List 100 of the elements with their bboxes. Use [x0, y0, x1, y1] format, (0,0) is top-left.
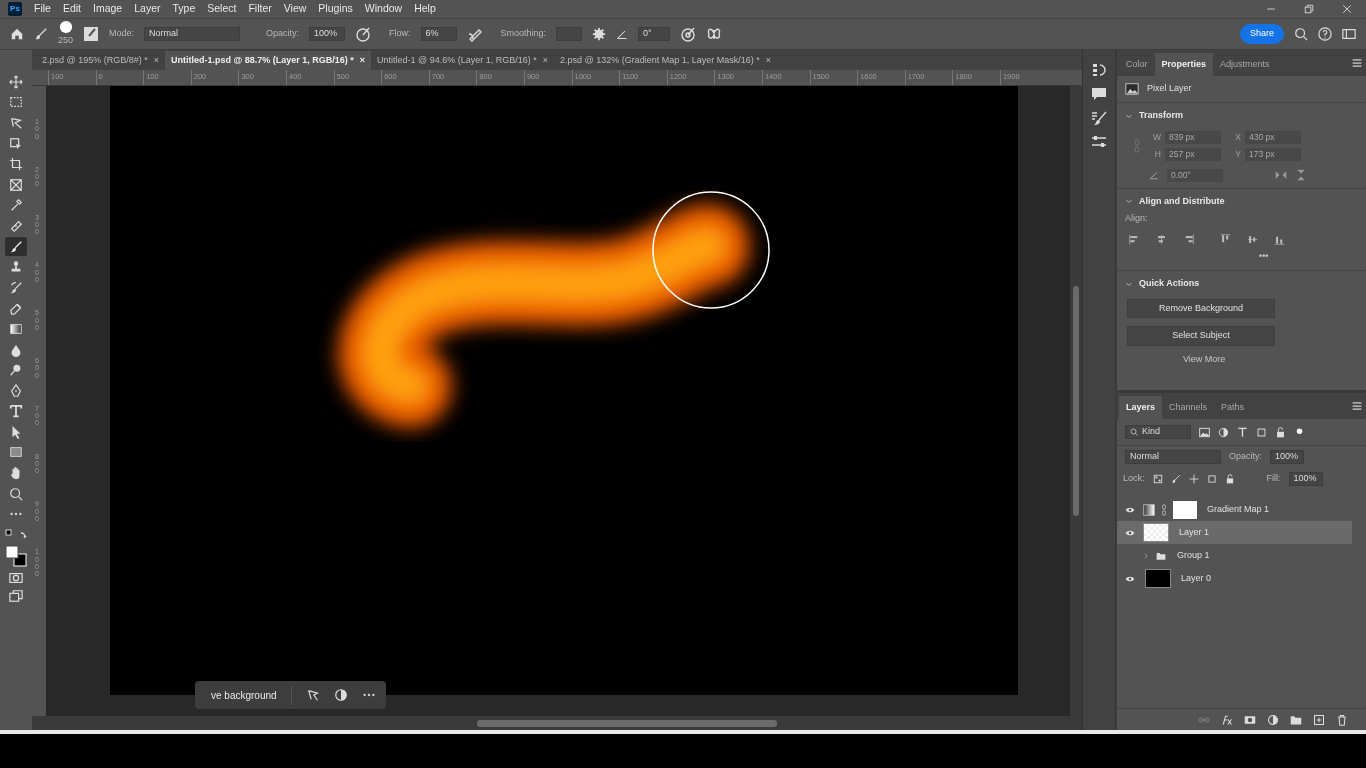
panel-tab[interactable]: Adjustments — [1213, 52, 1277, 76]
layer-row[interactable]: Layer 0 — [1117, 567, 1352, 590]
screen-mode-icon[interactable] — [9, 589, 23, 604]
panel-tab[interactable]: Paths — [1214, 395, 1252, 419]
search-icon[interactable] — [1294, 27, 1308, 41]
scrollbar-thumb[interactable] — [1073, 286, 1079, 516]
folder-icon[interactable] — [1290, 713, 1302, 726]
tab-close-button[interactable]: × — [542, 53, 549, 67]
y-field[interactable]: 173 px — [1245, 147, 1301, 161]
angle-field[interactable]: 0.00° — [1167, 168, 1223, 182]
restore-icon[interactable] — [1304, 4, 1314, 14]
layer-row[interactable]: Gradient Map 1 — [1117, 498, 1352, 521]
panel-tab[interactable]: Channels — [1162, 395, 1215, 419]
adjustment-filter-icon[interactable] — [1218, 426, 1229, 438]
pixel-filter-icon[interactable] — [1199, 426, 1210, 438]
help-icon[interactable] — [1318, 27, 1332, 41]
workspace-icon[interactable] — [1342, 27, 1356, 41]
panel-tab[interactable]: Properties — [1154, 52, 1214, 76]
align-top-icon[interactable] — [1220, 233, 1231, 245]
menu-item[interactable]: Filter — [248, 1, 272, 17]
brush-settings-icon[interactable] — [1091, 110, 1107, 126]
artboard-icon[interactable] — [1206, 474, 1217, 484]
mode-dropdown[interactable]: Normal — [144, 27, 241, 41]
brush-tip-icon[interactable] — [58, 20, 73, 35]
comment-icon[interactable] — [1091, 86, 1107, 102]
chevron-right-icon[interactable] — [1143, 551, 1149, 560]
move-icon[interactable] — [1188, 474, 1199, 484]
link-icon[interactable] — [1161, 503, 1167, 516]
tab-close-button[interactable]: × — [765, 53, 772, 67]
filter-kind-dropdown[interactable]: Kind — [1125, 425, 1191, 439]
color-swatches-icon[interactable] — [5, 545, 27, 568]
document-tab[interactable]: Untitled-1 @ 94.6% (Layer 1, RGB/16) * × — [371, 50, 555, 70]
menu-item[interactable]: Image — [93, 1, 123, 17]
align-left-icon[interactable] — [1129, 233, 1140, 245]
checker-icon[interactable] — [1152, 474, 1163, 484]
menu-item[interactable]: Help — [414, 1, 436, 17]
height-field[interactable]: 257 px — [1165, 147, 1221, 161]
flip-vertical-icon[interactable] — [1295, 169, 1307, 181]
lock-icon[interactable] — [1224, 474, 1235, 484]
shape-filter-icon[interactable] — [1256, 426, 1267, 438]
menu-item[interactable]: Type — [172, 1, 196, 17]
menu-item[interactable]: View — [283, 1, 307, 17]
home-icon[interactable] — [10, 27, 24, 41]
layer-row[interactable]: Group 1 — [1117, 544, 1352, 567]
sliders-icon[interactable] — [1091, 134, 1107, 150]
layer-row[interactable]: Layer 1 — [1117, 521, 1352, 544]
view-more-link[interactable]: View More — [1177, 351, 1232, 367]
x-field[interactable]: 430 px — [1245, 130, 1301, 144]
menu-item[interactable]: Window — [364, 1, 403, 17]
panel-tab[interactable]: Layers — [1119, 395, 1163, 419]
scrollbar-thumb[interactable] — [477, 719, 777, 727]
menu-icon[interactable] — [1352, 401, 1362, 411]
blend-mode-dropdown[interactable]: Normal — [1125, 450, 1221, 464]
flow-field[interactable]: 6% — [420, 27, 457, 41]
menu-item[interactable]: Edit — [62, 1, 81, 17]
pressure-size-icon[interactable] — [680, 26, 697, 42]
close-icon[interactable] — [1342, 4, 1352, 14]
document-tab[interactable]: Untitled-1.psd @ 88.7% (Layer 1, RGB/16) * × — [164, 50, 372, 70]
remove-background-button[interactable]: ve background — [207, 685, 292, 705]
align-middle-icon[interactable] — [1247, 233, 1258, 245]
fx-icon[interactable] — [1221, 713, 1233, 726]
menu-icon[interactable] — [1352, 58, 1362, 68]
brush-settings-icon[interactable] — [83, 26, 100, 42]
butterfly-icon[interactable] — [706, 26, 723, 42]
layer-thumbnail[interactable] — [1145, 569, 1171, 588]
share-button[interactable]: Share — [1239, 24, 1284, 44]
flip-horizontal-icon[interactable] — [1275, 169, 1287, 181]
trash-icon[interactable] — [1336, 713, 1348, 726]
type-filter-icon[interactable] — [1237, 426, 1248, 438]
contrast-icon[interactable] — [333, 688, 348, 702]
quick-mask-icon[interactable] — [9, 571, 23, 586]
mask-thumbnail[interactable] — [1173, 500, 1197, 519]
quick-action-button[interactable]: Select Subject — [1127, 326, 1275, 346]
menu-item[interactable]: Select — [207, 1, 237, 17]
mask-icon[interactable] — [1244, 713, 1256, 726]
adjustment-icon[interactable] — [1267, 713, 1279, 726]
settings-icon[interactable] — [592, 27, 607, 41]
history-icon[interactable] — [1091, 62, 1107, 78]
panel-tab[interactable]: Color — [1119, 52, 1155, 76]
document-tab[interactable]: 2.psd @ 132% (Gradient Map 1, Layer Mask/16) * × — [554, 50, 778, 70]
more-options-button[interactable]: ••• — [1253, 248, 1275, 264]
brush-icon[interactable] — [34, 27, 48, 41]
tool-button[interactable] — [5, 236, 27, 257]
tab-close-button[interactable]: × — [153, 53, 159, 67]
brush-icon[interactable] — [1170, 474, 1181, 484]
document-tab[interactable]: 2.psd @ 195% (RGB/8#) * × — [36, 50, 165, 70]
opacity-field[interactable]: 100% — [309, 27, 346, 41]
menu-item[interactable]: Layer — [134, 1, 161, 17]
menu-item[interactable]: Plugins — [318, 1, 353, 17]
selection-icon[interactable] — [305, 688, 320, 702]
layer-thumbnail[interactable] — [1143, 523, 1169, 542]
new-layer-icon[interactable] — [1313, 713, 1325, 726]
menu-item[interactable]: File — [34, 1, 51, 17]
pressure-opacity-icon[interactable] — [355, 26, 372, 42]
lock-filter-icon[interactable] — [1275, 426, 1286, 438]
width-field[interactable]: 839 px — [1165, 130, 1221, 144]
angle-field[interactable]: 0° — [638, 27, 671, 41]
tab-close-button[interactable]: × — [359, 53, 366, 67]
fill-field[interactable]: 100% — [1288, 472, 1323, 486]
align-center-icon[interactable] — [1156, 233, 1167, 245]
